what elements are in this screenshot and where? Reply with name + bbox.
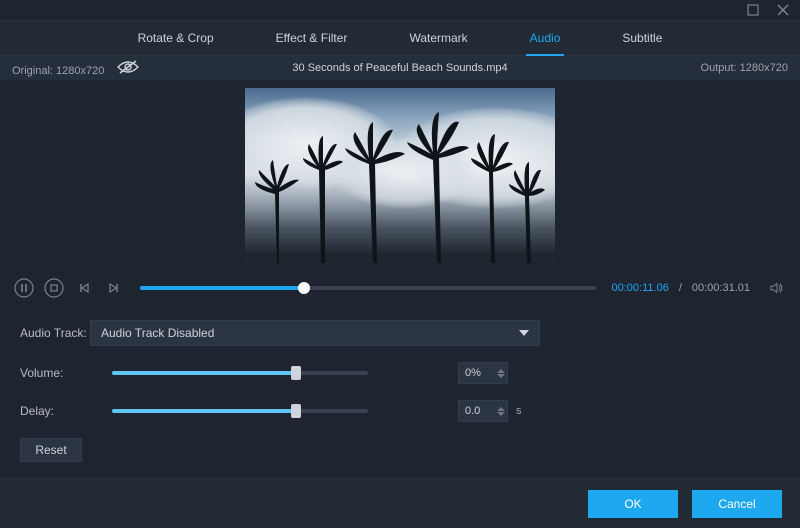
volume-step-down[interactable]	[497, 374, 505, 378]
original-resolution: Original: 1280x720	[12, 60, 139, 77]
current-filename: 30 Seconds of Peaceful Beach Sounds.mp4	[292, 62, 507, 74]
audio-track-label: Audio Track:	[20, 326, 90, 340]
volume-step-up[interactable]	[497, 369, 505, 373]
tab-effect-filter[interactable]: Effect & Filter	[272, 21, 352, 55]
delay-slider-handle[interactable]	[291, 404, 301, 418]
time-current: 00:00:11.06	[612, 282, 669, 294]
preview-visibility-icon[interactable]	[117, 60, 139, 74]
chevron-down-icon	[519, 330, 529, 336]
ok-button[interactable]: OK	[588, 490, 678, 518]
output-resolution: Output: 1280x720	[701, 62, 788, 74]
time-total: 00:00:31.01	[692, 282, 750, 294]
seek-handle[interactable]	[298, 282, 310, 294]
close-icon[interactable]	[776, 3, 790, 17]
tab-rotate-crop[interactable]: Rotate & Crop	[134, 21, 218, 55]
delay-label: Delay:	[20, 404, 90, 418]
top-tabs: Rotate & Crop Effect & Filter Watermark …	[0, 20, 800, 56]
tab-audio[interactable]: Audio	[526, 21, 565, 55]
seek-bar[interactable]	[140, 286, 596, 290]
delay-suffix: s	[516, 405, 522, 417]
volume-icon[interactable]	[766, 278, 786, 298]
delay-numbox[interactable]: 0.0	[458, 400, 508, 422]
volume-slider-handle[interactable]	[291, 366, 301, 380]
maximize-icon[interactable]	[746, 3, 760, 17]
volume-numbox[interactable]: 0%	[458, 362, 508, 384]
tab-subtitle[interactable]: Subtitle	[618, 21, 666, 55]
tab-watermark[interactable]: Watermark	[405, 21, 471, 55]
prev-frame-icon[interactable]	[74, 278, 94, 298]
stop-icon[interactable]	[44, 278, 64, 298]
volume-slider[interactable]	[112, 371, 368, 375]
delay-step-down[interactable]	[497, 412, 505, 416]
next-frame-icon[interactable]	[104, 278, 124, 298]
delay-step-up[interactable]	[497, 407, 505, 411]
audio-track-value: Audio Track Disabled	[101, 326, 214, 340]
reset-button[interactable]: Reset	[20, 438, 82, 462]
audio-track-select[interactable]: Audio Track Disabled	[90, 320, 540, 346]
volume-label: Volume:	[20, 366, 90, 380]
video-preview	[245, 88, 555, 263]
delay-slider[interactable]	[112, 409, 368, 413]
cancel-button[interactable]: Cancel	[692, 490, 782, 518]
pause-icon[interactable]	[14, 278, 34, 298]
